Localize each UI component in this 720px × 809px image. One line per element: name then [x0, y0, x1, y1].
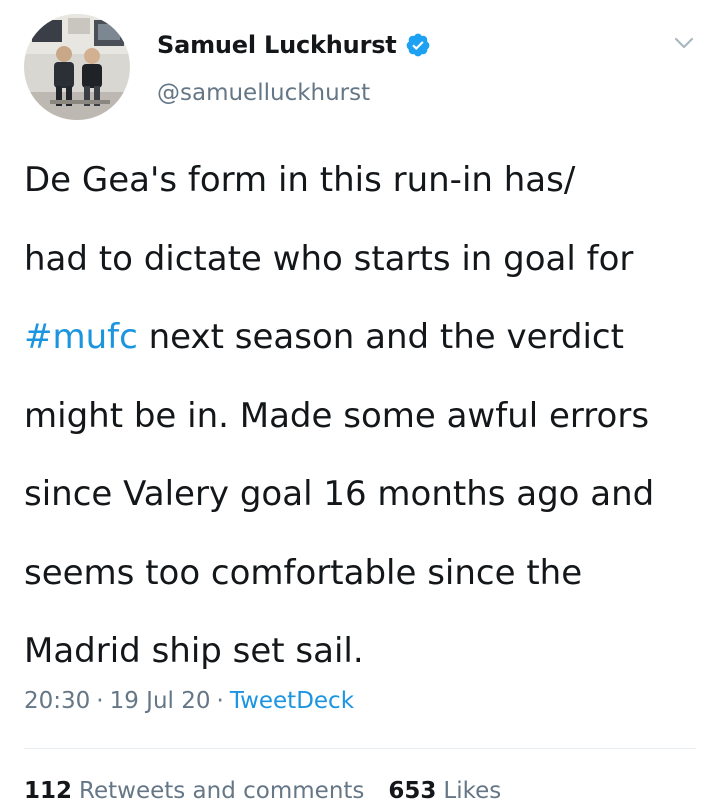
- tweet-text-line: #mufc next season and the verdict: [24, 298, 704, 377]
- likes-label: Likes: [443, 778, 502, 804]
- tweet-text-segment: Madrid ship set sail.: [24, 631, 364, 671]
- tweet-text-line: since Valery goal 16 months ago and: [24, 455, 704, 534]
- avatar[interactable]: [24, 14, 130, 120]
- retweets-label: Retweets and comments: [79, 778, 365, 804]
- hashtag-link[interactable]: #mufc: [24, 317, 138, 357]
- avatar-photo: [24, 14, 130, 120]
- tweet-stats: 112 Retweets and comments 653 Likes: [24, 778, 501, 804]
- tweet-text-line: Madrid ship set sail.: [24, 612, 704, 691]
- chevron-down-icon[interactable]: [673, 32, 695, 54]
- author-display-name[interactable]: Samuel Luckhurst: [157, 31, 397, 59]
- tweet-text: De Gea's form in this run-in has/had to …: [24, 141, 704, 691]
- tweet-text-line: had to dictate who starts in goal for: [24, 220, 704, 299]
- tweet-text-line: De Gea's form in this run-in has/: [24, 141, 704, 220]
- tweet-source-link[interactable]: TweetDeck: [230, 688, 354, 714]
- tweet-meta: 20:30 · 19 Jul 20 · TweetDeck: [24, 688, 354, 714]
- tweet-text-segment: had to dictate who starts in goal for: [24, 238, 634, 279]
- meta-separator: ·: [96, 688, 104, 714]
- tweet-text-line: might be in. Made some awful errors: [24, 377, 704, 456]
- tweet-text-segment: since Valery goal 16 months ago and: [24, 474, 655, 514]
- retweets-stat[interactable]: 112 Retweets and comments: [24, 778, 364, 804]
- author-name-row[interactable]: Samuel Luckhurst: [157, 28, 431, 62]
- likes-count: 653: [388, 778, 437, 804]
- tweet-time[interactable]: 20:30: [24, 688, 90, 714]
- verified-badge-icon: [405, 32, 431, 58]
- divider: [24, 748, 696, 749]
- retweets-count: 112: [24, 778, 73, 804]
- likes-stat[interactable]: 653 Likes: [388, 778, 501, 804]
- tweet-text-line: seems too comfortable since the: [24, 534, 704, 613]
- tweet-text-segment: next season and the verdict: [137, 317, 624, 357]
- tweet-text-segment: might be in. Made some awful errors: [24, 395, 650, 436]
- tweet-text-segment: seems too comfortable since the: [24, 552, 583, 593]
- tweet-text-segment: De Gea's form in this run-in has/: [24, 160, 576, 200]
- author-handle[interactable]: @samuelluckhurst: [157, 80, 370, 106]
- meta-separator: ·: [216, 688, 224, 714]
- tweet-date[interactable]: 19 Jul 20: [110, 688, 211, 714]
